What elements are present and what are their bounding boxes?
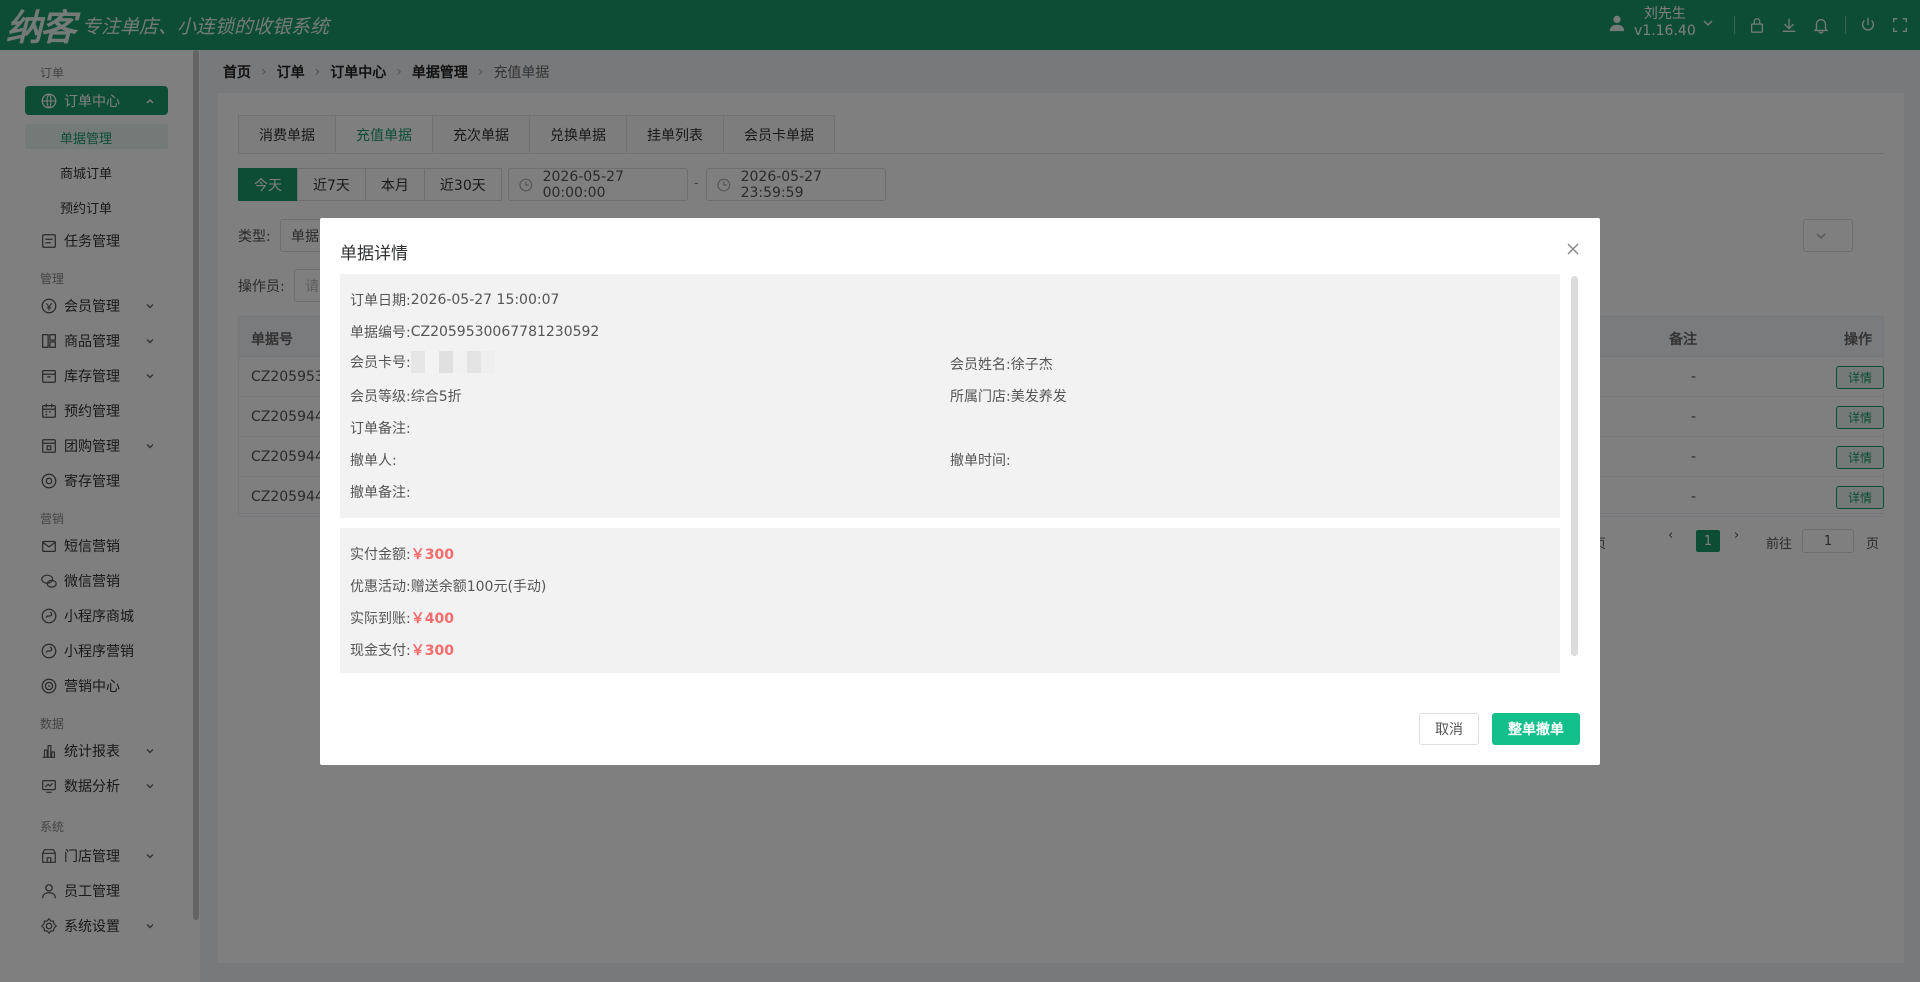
- revoke-time-field: 撤单时间:: [950, 450, 1011, 470]
- order-no-field: 单据编号: CZ2059530067781230592: [350, 322, 599, 342]
- close-icon[interactable]: [1566, 242, 1580, 256]
- cash-payment-value: ￥300: [410, 643, 454, 659]
- member-level-value: 综合5折: [410, 389, 462, 405]
- paid-amount-label: 实付金额:: [350, 547, 411, 563]
- cash-payment-field: 现金支付: ￥300: [350, 640, 454, 660]
- member-level-field: 会员等级: 综合5折: [350, 386, 462, 406]
- bill-detail-dialog: 单据详情 订单日期: 2026-05-27 15:00:07 单据编号: CZ2…: [320, 218, 1600, 765]
- actual-amount-label: 实际到账:: [350, 611, 411, 627]
- cancel-button[interactable]: 取消: [1419, 713, 1479, 745]
- order-remark-field: 订单备注:: [350, 418, 411, 438]
- member-name-label: 会员姓名:: [950, 357, 1011, 373]
- order-date-value: 2026-05-27 15:00:07: [410, 292, 560, 308]
- store-label: 所属门店:: [950, 389, 1011, 405]
- order-remark-label: 订单备注:: [350, 421, 411, 437]
- member-name-value: 徐子杰: [1010, 357, 1053, 373]
- order-date-label: 订单日期:: [350, 293, 411, 309]
- store-value: 美发养发: [1010, 389, 1067, 405]
- actual-amount-field: 实际到账: ￥400: [350, 608, 454, 628]
- dialog-scrollbar[interactable]: [1571, 276, 1578, 656]
- promotion-value: 赠送余额100元(手动): [410, 579, 547, 595]
- paid-amount-field: 实付金额: ￥300: [350, 544, 454, 564]
- actual-amount-value: ￥400: [410, 611, 454, 627]
- member-level-label: 会员等级:: [350, 389, 411, 405]
- revoke-time-label: 撤单时间:: [950, 453, 1011, 469]
- revoker-label: 撤单人:: [350, 453, 397, 469]
- dialog-title: 单据详情: [340, 244, 408, 264]
- promotion-label: 优惠活动:: [350, 579, 411, 595]
- store-field: 所属门店: 美发养发: [950, 386, 1067, 406]
- payment-info-panel: [340, 528, 1560, 673]
- revoke-remark-label: 撤单备注:: [350, 485, 411, 501]
- cash-payment-label: 现金支付:: [350, 643, 411, 659]
- revoke-remark-field: 撤单备注:: [350, 482, 411, 502]
- order-date-field: 订单日期: 2026-05-27 15:00:07: [350, 290, 559, 310]
- revoker-field: 撤单人:: [350, 450, 397, 470]
- paid-amount-value: ￥300: [410, 547, 454, 563]
- revoke-order-button[interactable]: 整单撤单: [1492, 713, 1580, 745]
- promotion-field: 优惠活动: 赠送余额100元(手动): [350, 576, 546, 596]
- card-no-field: 会员卡号:: [350, 351, 495, 373]
- card-no-label: 会员卡号:: [350, 355, 411, 371]
- card-no-masked: [410, 351, 495, 373]
- order-no-value: CZ2059530067781230592: [410, 324, 600, 340]
- member-name-field: 会员姓名: 徐子杰: [950, 354, 1053, 374]
- order-no-label: 单据编号:: [350, 325, 411, 341]
